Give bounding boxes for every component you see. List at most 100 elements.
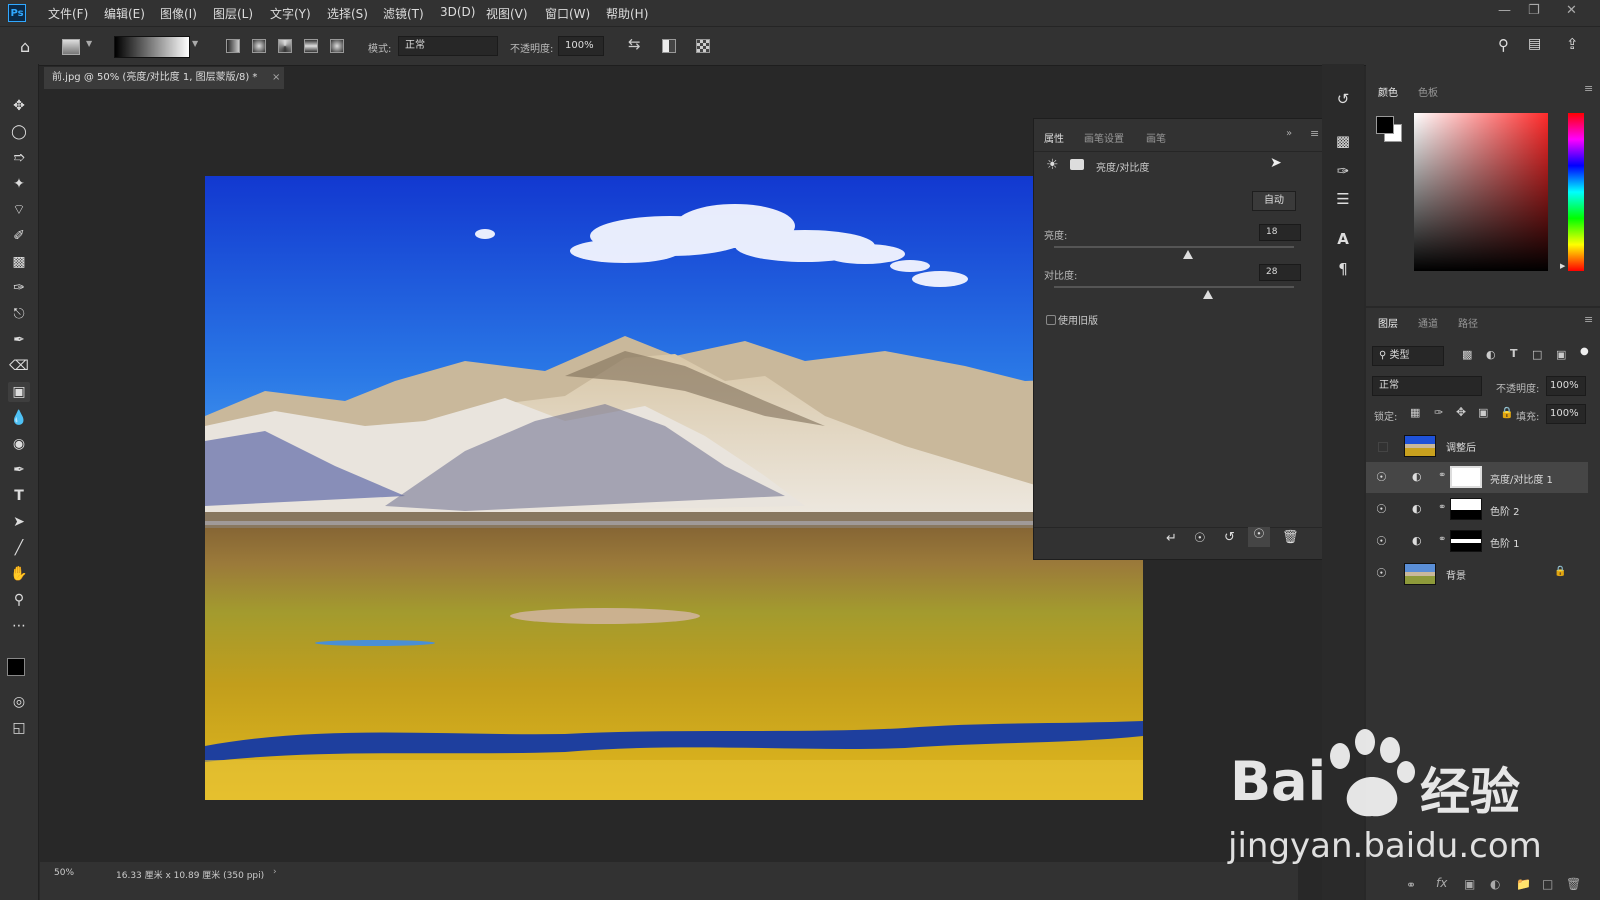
smart-object-filter-icon[interactable]: ▣	[1556, 348, 1566, 361]
layer-mask-thumbnail[interactable]	[1450, 530, 1482, 552]
chevron-down-icon[interactable]: ▼	[86, 39, 92, 48]
filter-toggle-icon[interactable]: ●	[1580, 346, 1589, 357]
menu-3d[interactable]: 3D(D)	[440, 5, 475, 19]
zoom-level[interactable]: 50%	[54, 868, 74, 878]
fill-input[interactable]: 100%	[1546, 404, 1586, 424]
character-icon[interactable]: A	[1332, 228, 1354, 250]
eraser-tool-icon[interactable]: ⌫	[8, 356, 30, 376]
type-tool-icon[interactable]: T	[8, 486, 30, 506]
radial-gradient-icon[interactable]	[252, 39, 266, 53]
add-mask-icon[interactable]: ▣	[1464, 877, 1475, 891]
link-icon[interactable]: ⚭	[1438, 502, 1446, 513]
menu-help[interactable]: 帮助(H)	[606, 5, 648, 22]
tab-color[interactable]: 颜色	[1378, 84, 1398, 99]
fx-icon[interactable]: fx	[1436, 876, 1447, 890]
color-field[interactable]	[1414, 113, 1548, 271]
panel-menu-icon[interactable]: ≡	[1310, 127, 1319, 140]
layer-opacity-input[interactable]: 100%	[1546, 376, 1586, 396]
dither-icon[interactable]	[662, 39, 676, 53]
pen-tool-icon[interactable]: ✒	[8, 460, 30, 480]
hue-pointer-icon[interactable]: ▶	[1560, 262, 1565, 270]
shape-filter-icon[interactable]: □	[1532, 348, 1542, 361]
menu-view[interactable]: 视图(V)	[486, 5, 528, 22]
panel-menu-icon[interactable]: ≡	[1584, 313, 1593, 326]
restore-icon[interactable]: ❐	[1528, 3, 1540, 18]
brightness-slider-track[interactable]	[1054, 246, 1294, 248]
hand-tool-icon[interactable]: ✋	[8, 564, 30, 584]
paragraph-icon[interactable]: ¶	[1332, 258, 1354, 280]
link-icon[interactable]: ⚭	[1438, 470, 1446, 481]
lock-all-icon[interactable]: 🔒	[1500, 406, 1514, 419]
brush-tool-icon[interactable]: ✑	[8, 278, 30, 298]
menu-filter[interactable]: 滤镜(T)	[383, 5, 424, 22]
lock-artboard-icon[interactable]: ▣	[1478, 406, 1488, 419]
diamond-gradient-icon[interactable]	[330, 39, 344, 53]
layer-row-brightness-contrast[interactable]: ☉ ◐ ⚭ 亮度/对比度 1	[1366, 462, 1588, 493]
reverse-icon[interactable]: ⇆	[628, 35, 641, 53]
brightness-slider-thumb[interactable]	[1183, 250, 1194, 259]
adjustment-filter-icon[interactable]: ◐	[1486, 348, 1496, 361]
auto-button[interactable]: 自动	[1252, 191, 1296, 211]
transparency-icon[interactable]	[696, 39, 710, 53]
contrast-input[interactable]: 28	[1259, 264, 1301, 281]
tab-properties[interactable]: 属性	[1044, 130, 1064, 145]
tab-swatches[interactable]: 色板	[1418, 84, 1438, 99]
move-tool-icon[interactable]: ✥	[8, 96, 30, 116]
tab-brush-settings[interactable]: 画笔设置	[1084, 130, 1124, 145]
stamp-tool-icon[interactable]: ⎋	[8, 304, 30, 324]
close-tab-icon[interactable]: ×	[272, 67, 280, 89]
menu-select[interactable]: 选择(S)	[327, 5, 368, 22]
view-previous-icon[interactable]: ☉	[1194, 531, 1206, 546]
delete-layer-icon[interactable]: 🗑	[1566, 877, 1581, 891]
mask-icon[interactable]	[1070, 159, 1084, 170]
layer-row-levels-2[interactable]: ☉ ◐ ⚭ 色阶 2	[1366, 494, 1588, 525]
lock-transparent-icon[interactable]: ▦	[1410, 406, 1420, 419]
image-filter-icon[interactable]: ▩	[1462, 348, 1472, 361]
layer-filter-select[interactable]: ⚲ 类型	[1372, 346, 1444, 366]
panel-menu-icon[interactable]: ≡	[1584, 82, 1593, 95]
visibility-icon[interactable]: ☉	[1248, 527, 1270, 547]
contrast-slider-track[interactable]	[1054, 286, 1294, 288]
opacity-input[interactable]: 100%	[558, 36, 604, 56]
layer-mask-thumbnail[interactable]	[1450, 466, 1482, 488]
menu-layer[interactable]: 图层(L)	[213, 5, 253, 22]
legacy-checkbox[interactable]	[1046, 315, 1056, 325]
canvas-image[interactable]	[205, 176, 1143, 800]
brush-settings-icon[interactable]: ✑	[1332, 160, 1354, 182]
blur-tool-icon[interactable]: 💧	[8, 408, 30, 428]
layer-mask-thumbnail[interactable]	[1450, 498, 1482, 520]
linear-gradient-icon[interactable]	[226, 39, 240, 53]
contrast-slider-thumb[interactable]	[1202, 290, 1213, 299]
new-adjustment-icon[interactable]: ◐	[1490, 877, 1500, 891]
lasso-tool-icon[interactable]: ➱	[8, 148, 30, 168]
menu-file[interactable]: 文件(F)	[48, 5, 88, 22]
menu-edit[interactable]: 编辑(E)	[104, 5, 145, 22]
healing-tool-icon[interactable]: ▩	[8, 252, 30, 272]
home-icon[interactable]: ⌂	[20, 37, 30, 56]
mode-select[interactable]: 正常	[398, 36, 498, 56]
chevron-down-icon[interactable]: ▼	[192, 39, 198, 48]
tool-preset-icon[interactable]	[62, 39, 80, 55]
tab-brushes[interactable]: 画笔	[1146, 130, 1166, 145]
sliders-icon[interactable]: ☰	[1332, 188, 1354, 210]
history-brush-icon[interactable]: ✒	[8, 330, 30, 350]
quick-select-tool-icon[interactable]: ✦	[8, 174, 30, 194]
menu-type[interactable]: 文字(Y)	[270, 5, 311, 22]
eyedropper-tool-icon[interactable]: ✐	[8, 226, 30, 246]
eye-icon[interactable]: ☉	[1376, 470, 1387, 484]
more-tools-icon[interactable]: ⋯	[8, 616, 30, 636]
eye-icon[interactable]: ☉	[1376, 566, 1387, 580]
path-select-icon[interactable]: ➤	[8, 512, 30, 532]
link-layers-icon[interactable]: ⚭	[1406, 878, 1416, 892]
angle-gradient-icon[interactable]	[278, 39, 292, 53]
screen-mode-icon[interactable]: ◱	[8, 718, 30, 738]
menu-image[interactable]: 图像(I)	[160, 5, 197, 22]
brightness-input[interactable]: 18	[1259, 224, 1301, 241]
layer-row-background[interactable]: ☉ 背景 🔒	[1366, 558, 1588, 589]
crop-tool-icon[interactable]: ⌔	[8, 200, 30, 220]
tab-paths[interactable]: 路径	[1458, 315, 1478, 330]
gradient-picker[interactable]	[114, 36, 190, 58]
lock-paint-icon[interactable]: ✑	[1434, 406, 1443, 419]
dodge-tool-icon[interactable]: ◉	[8, 434, 30, 454]
marquee-tool-icon[interactable]: ◯	[8, 122, 30, 142]
